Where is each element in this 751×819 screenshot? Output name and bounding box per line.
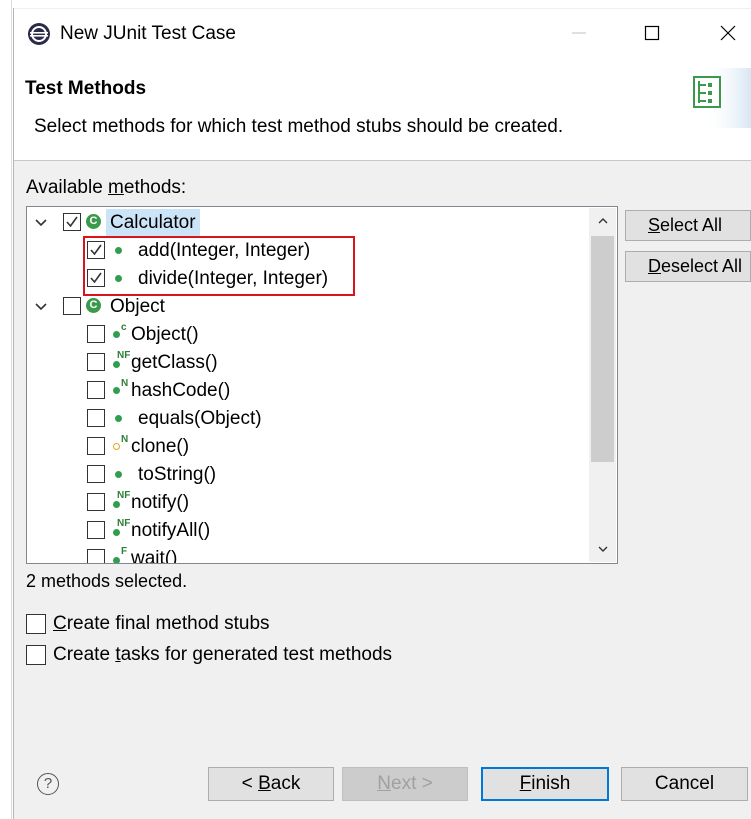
next-button[interactable]: Next >: [342, 767, 468, 801]
checkbox[interactable]: [87, 409, 105, 427]
finish-button[interactable]: Finish: [481, 767, 609, 801]
tree-item-method[interactable]: NF getClass(): [28, 349, 588, 376]
tree-item-label: Object: [110, 296, 165, 317]
checkbox[interactable]: [87, 465, 105, 483]
tree-item-method[interactable]: F wait(): [28, 545, 588, 563]
modifier-badge: NF: [117, 490, 131, 501]
checkbox[interactable]: [87, 437, 105, 455]
public-method-icon: [113, 557, 120, 563]
scroll-up-icon[interactable]: [595, 213, 611, 229]
modifier-badge: NF: [117, 350, 131, 361]
cancel-button[interactable]: Cancel: [621, 767, 748, 801]
selection-highlight-box: [83, 236, 355, 296]
tree-scrollbar-thumb[interactable]: [591, 236, 614, 462]
class-icon: C: [86, 298, 101, 313]
minimize-icon: [572, 32, 586, 34]
tree-item-method[interactable]: toString(): [28, 461, 588, 488]
selection-count-text: 2 methods selected.: [26, 571, 188, 591]
checkbox[interactable]: [87, 493, 105, 511]
tree-item-method[interactable]: c Object(): [28, 321, 588, 348]
public-method-icon: [115, 415, 122, 422]
tree-item-label: notifyAll(): [131, 520, 211, 541]
tree-item-method[interactable]: N hashCode(): [28, 377, 588, 404]
public-method-icon: [113, 387, 120, 394]
public-method-icon: [113, 361, 120, 368]
page-title: Test Methods: [25, 78, 147, 99]
tree-item-method[interactable]: NF notify(): [28, 489, 588, 516]
back-button[interactable]: < Back: [208, 767, 334, 801]
modifier-badge: NF: [117, 518, 131, 529]
deselect-all-button[interactable]: Deselect All: [625, 251, 751, 282]
wizard-header: [14, 53, 751, 161]
class-icon: C: [86, 214, 101, 229]
eclipse-app-icon: [27, 22, 51, 46]
public-method-icon: [113, 529, 120, 536]
tree-item-label: Object(): [131, 324, 199, 345]
create-tasks-checkbox[interactable]: [26, 645, 46, 665]
modifier-badge: N: [121, 434, 129, 445]
tree-item-label: getClass(): [131, 352, 218, 373]
create-final-stubs-checkbox[interactable]: [26, 614, 46, 634]
wizard-banner-icon: [693, 68, 751, 128]
tree-item-label: wait(): [131, 548, 178, 563]
tree-item-label: hashCode(): [131, 380, 231, 401]
available-methods-label: Available methods:: [26, 177, 187, 198]
modifier-badge: F: [121, 546, 128, 557]
create-tasks-label[interactable]: Create tasks for generated test methods: [53, 644, 392, 666]
tree-item-label: toString(): [138, 464, 217, 485]
page-description: Select methods for which test method stu…: [34, 116, 564, 137]
create-final-stubs-label[interactable]: Create final method stubs: [53, 613, 270, 635]
background-top-edge: [0, 0, 751, 8]
constructor-icon: [113, 331, 120, 338]
tree-item-object[interactable]: C Object: [28, 293, 588, 320]
chevron-down-icon[interactable]: [33, 299, 49, 315]
modifier-badge: N: [121, 378, 129, 389]
checkbox[interactable]: [87, 549, 105, 563]
tree-item-method[interactable]: N clone(): [28, 433, 588, 460]
close-icon: [720, 25, 736, 41]
checkbox[interactable]: [63, 213, 81, 231]
public-method-icon: [113, 501, 120, 508]
public-method-icon: [115, 471, 122, 478]
window-title: New JUnit Test Case: [60, 23, 236, 44]
maximize-button[interactable]: [637, 18, 667, 48]
protected-method-icon: [113, 443, 120, 450]
select-all-button[interactable]: Select All: [625, 210, 751, 241]
checkbox[interactable]: [87, 521, 105, 539]
checkbox[interactable]: [87, 325, 105, 343]
tree-item-label: notify(): [131, 492, 190, 513]
checkbox[interactable]: [87, 353, 105, 371]
background-left-edge: [0, 0, 12, 819]
minimize-button[interactable]: [564, 18, 594, 48]
maximize-icon: [644, 25, 660, 41]
checkbox[interactable]: [87, 381, 105, 399]
tree-item-label: Calculator: [106, 209, 200, 236]
help-icon[interactable]: ?: [37, 773, 59, 795]
tree-item-calculator[interactable]: C Calculator: [28, 209, 588, 236]
close-button[interactable]: [713, 18, 743, 48]
tree-item-label: equals(Object): [138, 408, 262, 429]
chevron-down-icon[interactable]: [33, 215, 49, 231]
checkbox[interactable]: [63, 297, 81, 315]
modifier-badge: c: [121, 322, 127, 333]
tree-item-method[interactable]: equals(Object): [28, 405, 588, 432]
tree-item-method[interactable]: NF notifyAll(): [28, 517, 588, 544]
scroll-down-icon[interactable]: [595, 541, 611, 557]
tree-item-label: clone(): [131, 436, 190, 457]
